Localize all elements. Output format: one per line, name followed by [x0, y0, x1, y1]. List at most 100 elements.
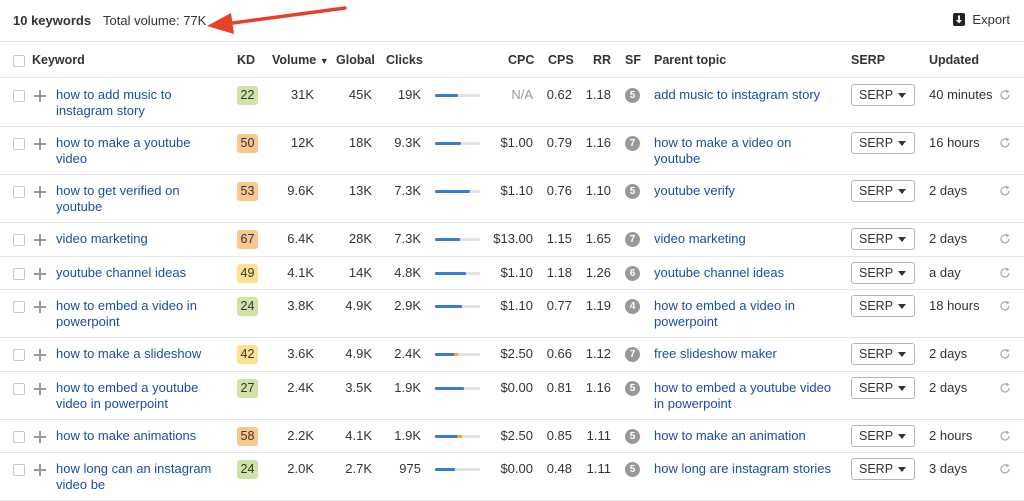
col-updated[interactable]: Updated — [929, 53, 979, 67]
refresh-icon[interactable] — [999, 348, 1011, 360]
parent-topic-link[interactable]: free slideshow maker — [654, 346, 839, 362]
serp-features-badge[interactable]: 7 — [625, 232, 640, 247]
serp-dropdown[interactable]: SERP — [851, 295, 915, 317]
serp-dropdown[interactable]: SERP — [851, 262, 915, 284]
serp-dropdown-label: SERP — [859, 429, 894, 443]
serp-dropdown[interactable]: SERP — [851, 377, 915, 399]
serp-features-badge[interactable]: 6 — [625, 266, 640, 281]
kd-badge: 53 — [237, 182, 258, 201]
row-checkbox[interactable] — [13, 349, 25, 361]
paid-clicks-fill — [457, 435, 462, 438]
row-checkbox[interactable] — [13, 234, 25, 246]
col-rr[interactable]: RR — [593, 53, 611, 67]
updated-value: 16 hours — [929, 135, 980, 150]
refresh-icon[interactable] — [999, 430, 1011, 442]
refresh-icon[interactable] — [999, 185, 1011, 197]
refresh-icon[interactable] — [999, 300, 1011, 312]
parent-topic-link[interactable]: youtube channel ideas — [654, 265, 839, 281]
export-button[interactable]: Export — [953, 12, 1010, 27]
keyword-link[interactable]: how long can an instagram video be — [56, 461, 221, 493]
serp-dropdown[interactable]: SERP — [851, 343, 915, 365]
row-checkbox[interactable] — [13, 301, 25, 313]
serp-features-badge[interactable]: 5 — [625, 184, 640, 199]
parent-topic-link[interactable]: how long are instagram stories — [654, 461, 839, 477]
serp-dropdown[interactable]: SERP — [851, 425, 915, 447]
refresh-icon[interactable] — [999, 463, 1011, 475]
parent-topic-link[interactable]: youtube verify — [654, 183, 839, 199]
row-checkbox[interactable] — [13, 464, 25, 476]
plus-icon[interactable] — [34, 349, 46, 361]
keyword-link[interactable]: youtube channel ideas — [56, 265, 221, 281]
serp-features-badge[interactable]: 7 — [625, 136, 640, 151]
serp-dropdown[interactable]: SERP — [851, 228, 915, 250]
caret-down-icon — [898, 467, 906, 472]
parent-topic-link[interactable]: video marketing — [654, 231, 839, 247]
table-header: Keyword KD Volume ▼ Global Clicks CPC CP… — [0, 42, 1024, 78]
parent-topic-link[interactable]: how to make a video on youtube — [654, 135, 839, 167]
parent-topic-link[interactable]: how to embed a youtube video in powerpoi… — [654, 380, 839, 412]
row-checkbox[interactable] — [13, 90, 25, 102]
serp-dropdown[interactable]: SERP — [851, 84, 915, 106]
global-value: 13K — [348, 183, 372, 198]
serp-dropdown[interactable]: SERP — [851, 458, 915, 480]
keyword-link[interactable]: video marketing — [56, 231, 221, 247]
keyword-link[interactable]: how to make a slideshow — [56, 346, 221, 362]
serp-features-badge[interactable]: 4 — [625, 299, 640, 314]
keyword-link[interactable]: how to embed a video in powerpoint — [56, 298, 221, 330]
plus-icon[interactable] — [34, 90, 46, 102]
cpc-value: $0.00 — [500, 380, 533, 395]
table-row: how to embed a youtube video in powerpoi… — [0, 372, 1024, 420]
col-keyword[interactable]: Keyword — [32, 53, 85, 67]
row-checkbox[interactable] — [13, 383, 25, 395]
annotation-arrow-icon — [207, 6, 347, 34]
serp-features-badge[interactable]: 5 — [625, 429, 640, 444]
refresh-icon[interactable] — [999, 267, 1011, 279]
serp-dropdown[interactable]: SERP — [851, 132, 915, 154]
col-volume[interactable]: Volume ▼ — [272, 53, 329, 67]
serp-dropdown[interactable]: SERP — [851, 180, 915, 202]
plus-icon[interactable] — [34, 464, 46, 476]
keyword-link[interactable]: how to make animations — [56, 428, 221, 444]
col-sf[interactable]: SF — [625, 53, 641, 67]
col-cps[interactable]: CPS — [548, 53, 574, 67]
row-checkbox[interactable] — [13, 431, 25, 443]
serp-dropdown-label: SERP — [859, 184, 894, 198]
select-all-checkbox[interactable] — [13, 55, 25, 67]
parent-topic-link[interactable]: how to embed a video in powerpoint — [654, 298, 839, 330]
row-checkbox[interactable] — [13, 186, 25, 198]
plus-icon[interactable] — [34, 301, 46, 313]
plus-icon[interactable] — [34, 186, 46, 198]
parent-topic-link[interactable]: add music to instagram story — [654, 87, 839, 103]
col-cpc[interactable]: CPC — [508, 53, 534, 67]
cps-value: 0.48 — [546, 461, 572, 476]
keyword-link[interactable]: how to make a youtube video — [56, 135, 221, 167]
global-value: 4.1K — [345, 428, 372, 443]
refresh-icon[interactable] — [999, 137, 1011, 149]
keyword-link[interactable]: how to add music to instagram story — [56, 87, 221, 119]
keyword-link[interactable]: how to get verified on youtube — [56, 183, 221, 215]
plus-icon[interactable] — [34, 431, 46, 443]
col-global[interactable]: Global — [336, 53, 375, 67]
row-checkbox[interactable] — [13, 268, 25, 280]
keyword-link[interactable]: how to embed a youtube video in powerpoi… — [56, 380, 221, 412]
volume-value: 2.4K — [287, 380, 314, 395]
serp-features-badge[interactable]: 5 — [625, 381, 640, 396]
col-clicks[interactable]: Clicks — [386, 53, 423, 67]
col-parent-topic[interactable]: Parent topic — [654, 53, 726, 67]
table-row: how to add music to instagram story 22 3… — [0, 79, 1024, 127]
plus-icon[interactable] — [34, 138, 46, 150]
serp-features-badge[interactable]: 5 — [625, 88, 640, 103]
refresh-icon[interactable] — [999, 89, 1011, 101]
parent-topic-link[interactable]: how to make an animation — [654, 428, 839, 444]
caret-down-icon — [898, 352, 906, 357]
plus-icon[interactable] — [34, 268, 46, 280]
serp-features-badge[interactable]: 5 — [625, 462, 640, 477]
refresh-icon[interactable] — [999, 233, 1011, 245]
plus-icon[interactable] — [34, 234, 46, 246]
serp-features-badge[interactable]: 7 — [625, 347, 640, 362]
col-kd[interactable]: KD — [237, 53, 255, 67]
cpc-value: $0.00 — [500, 461, 533, 476]
row-checkbox[interactable] — [13, 138, 25, 150]
plus-icon[interactable] — [34, 383, 46, 395]
refresh-icon[interactable] — [999, 382, 1011, 394]
